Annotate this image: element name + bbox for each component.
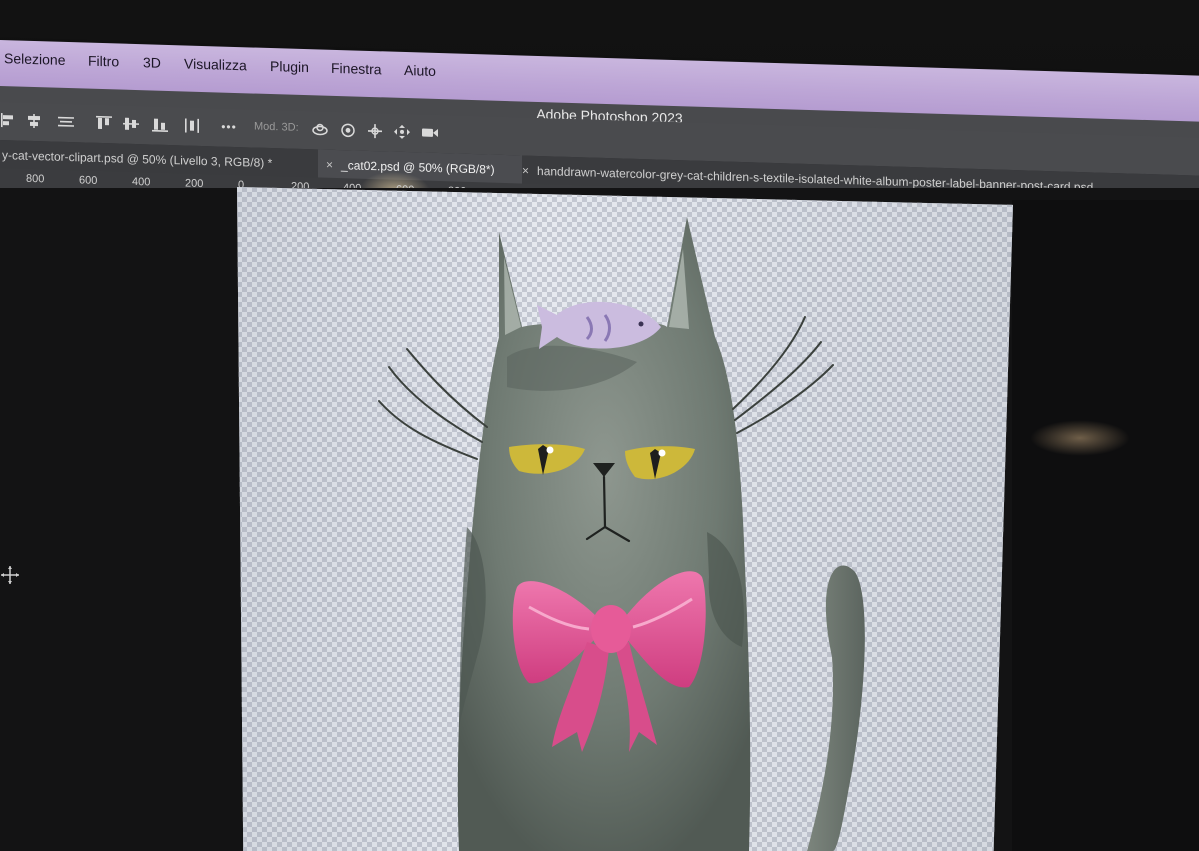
align-left-edges-icon[interactable] [0, 111, 18, 130]
orbit-3d-icon[interactable] [310, 120, 330, 139]
menu-filtro[interactable]: Filtro [88, 53, 119, 70]
ruler-label: 800 [26, 172, 45, 186]
document-canvas[interactable] [237, 187, 1013, 851]
cat-whiskers-left [378, 348, 488, 460]
cat-ear-left [504, 257, 521, 335]
pan-3d-icon[interactable] [365, 122, 385, 141]
more-options-icon[interactable]: ••• [219, 117, 239, 136]
align-bottom-edges-icon[interactable] [150, 115, 170, 134]
cat-tail [807, 565, 865, 851]
align-vertical-centers-icon[interactable] [121, 115, 141, 134]
workspace-right-area [1012, 200, 1199, 851]
menu-finestra[interactable]: Finestra [331, 60, 382, 78]
cat-whiskers-right [732, 316, 834, 434]
menu-3d[interactable]: 3D [143, 54, 161, 71]
ruler-label: 600 [79, 174, 98, 187]
distribute-icon[interactable] [182, 116, 202, 135]
move-cursor-icon [0, 565, 20, 585]
mode-3d-label: Mod. 3D: [254, 120, 299, 134]
tab-label: y-cat-vector-clipart.psd @ 50% (Livello … [2, 148, 273, 171]
align-top-edges-icon[interactable] [94, 114, 114, 133]
close-icon[interactable]: × [326, 158, 333, 172]
roll-3d-icon[interactable] [338, 121, 358, 140]
video-camera-icon[interactable] [420, 123, 440, 142]
align-horizontal-centers-icon[interactable] [24, 112, 44, 131]
room-lamp-reflection [1030, 420, 1130, 456]
align-right-edges-icon[interactable] [56, 113, 76, 132]
menu-plugin[interactable]: Plugin [270, 58, 309, 75]
menu-selezione[interactable]: Selezione [4, 50, 66, 68]
close-icon[interactable]: × [522, 163, 529, 177]
slide-3d-icon[interactable] [392, 123, 412, 142]
cat-artwork [378, 217, 865, 851]
menu-aiuto[interactable]: Aiuto [404, 62, 436, 79]
menu-visualizza[interactable]: Visualizza [184, 55, 247, 73]
ruler-label: 400 [132, 175, 151, 189]
